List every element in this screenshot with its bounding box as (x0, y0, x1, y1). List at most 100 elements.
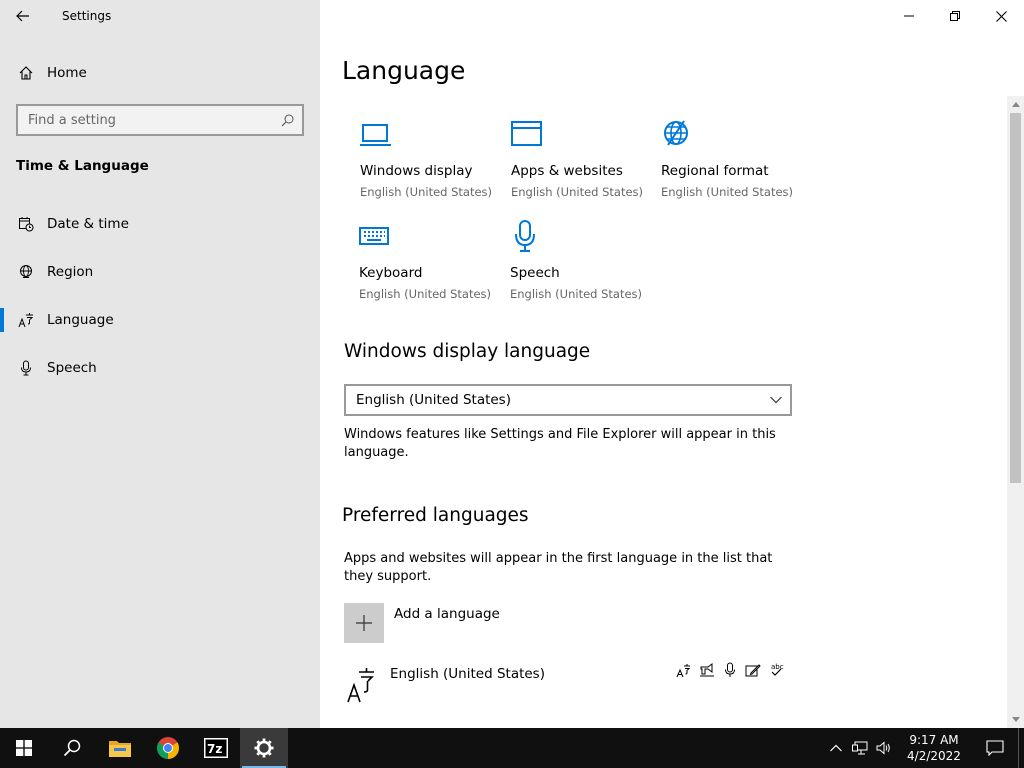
tile-speech[interactable]: Speech English (United States) (510, 220, 650, 301)
sidebar-item-label: Speech (47, 360, 97, 376)
minimize-button[interactable] (886, 0, 932, 32)
tile-title: Speech (510, 265, 560, 281)
language-row-english-us[interactable]: English (United States) abc (344, 660, 784, 708)
globe-format-icon (661, 118, 801, 158)
preferred-languages-description: Apps and websites will appear in the fir… (344, 551, 773, 584)
sidebar-item-region[interactable]: Region (0, 248, 320, 296)
display-language-select[interactable]: English (United States) (344, 384, 792, 416)
tile-subtitle: English (United States) (360, 185, 493, 199)
search-icon (63, 739, 81, 757)
close-button[interactable] (978, 0, 1024, 32)
add-language-label: Add a language (394, 606, 500, 622)
chrome-icon (157, 737, 179, 759)
back-arrow-icon (16, 10, 29, 22)
search-box[interactable] (16, 104, 304, 136)
7zip-icon: 7z (204, 738, 228, 758)
taskbar-chrome[interactable] (144, 728, 192, 768)
volume-button[interactable] (872, 728, 896, 768)
network-icon (852, 741, 868, 755)
preferred-languages-heading: Preferred languages (342, 505, 529, 526)
sidebar-item-date-time[interactable]: Date & time (0, 200, 320, 248)
volume-icon (876, 741, 890, 755)
sidebar: Settings Home Time & Language Date & tim… (0, 0, 320, 728)
tile-subtitle: English (United States) (359, 287, 492, 301)
back-button[interactable] (0, 0, 46, 32)
clock-time: 9:17 AM (909, 733, 959, 747)
svg-text:abc: abc (771, 663, 784, 671)
calendar-clock-icon (0, 216, 47, 232)
show-hidden-icons-button[interactable] (824, 728, 848, 768)
sidebar-item-language[interactable]: Language (0, 296, 320, 344)
taskbar-clock[interactable]: 9:17 AM 4/2/2022 (896, 732, 972, 764)
start-button[interactable] (0, 728, 48, 768)
restore-button[interactable] (932, 0, 978, 32)
scroll-up-icon (1011, 102, 1020, 107)
scroll-down-button[interactable] (1007, 711, 1024, 728)
search-input[interactable] (28, 112, 281, 128)
settings-gear-icon (254, 738, 274, 758)
display-language-description: Windows features like Settings and File … (344, 427, 776, 460)
language-icon (0, 312, 47, 328)
taskbar: 7z 9:17 AM 4/2/2022 (0, 728, 1024, 768)
language-name: English (United States) (390, 666, 545, 682)
titlebar-left: Settings (0, 0, 320, 32)
show-desktop-button[interactable] (1018, 728, 1024, 768)
tile-title: Keyboard (359, 265, 423, 281)
chevron-up-icon (830, 744, 842, 752)
sidebar-item-label: Language (47, 312, 114, 328)
taskbar-file-explorer[interactable] (96, 728, 144, 768)
scroll-thumb[interactable] (1010, 113, 1021, 483)
network-button[interactable] (848, 728, 872, 768)
main-content: Language Windows display English (United… (320, 0, 1024, 728)
home-icon (0, 65, 47, 81)
monitor-icon (360, 118, 500, 158)
clock-date: 4/2/2022 (907, 749, 961, 763)
scroll-up-button[interactable] (1007, 96, 1024, 113)
chevron-down-icon (770, 396, 782, 404)
sidebar-item-label: Date & time (47, 216, 129, 232)
globe-icon (0, 264, 47, 280)
tile-title: Regional format (661, 163, 769, 179)
sidebar-item-speech[interactable]: Speech (0, 344, 320, 392)
svg-text:7z: 7z (207, 742, 222, 756)
tile-subtitle: English (United States) (511, 185, 644, 199)
text-to-speech-icon (699, 662, 715, 678)
tile-apps-websites[interactable]: Apps & websites English (United States) (511, 118, 651, 199)
language-glyph-icon (344, 666, 384, 704)
window-controls (886, 0, 1024, 32)
close-icon (995, 10, 1007, 22)
vertical-scrollbar[interactable] (1007, 96, 1024, 728)
spellcheck-icon: abc (768, 662, 784, 678)
handwriting-icon (745, 662, 761, 678)
tile-regional-format[interactable]: Regional format English (United States) (661, 118, 801, 199)
sidebar-item-label: Region (47, 264, 94, 280)
restore-icon (950, 11, 960, 21)
scroll-down-icon (1011, 717, 1020, 722)
tile-windows-display[interactable]: Windows display English (United States) (360, 118, 500, 199)
taskbar-settings[interactable] (240, 728, 288, 768)
nav-list: Date & time Region Language Speech (0, 200, 320, 392)
speech-recognition-icon (722, 662, 738, 678)
taskbar-search-button[interactable] (48, 728, 96, 768)
display-language-value: English (United States) (356, 392, 511, 408)
file-explorer-icon (109, 741, 131, 757)
add-language-button[interactable]: Add a language (344, 603, 500, 643)
nav-home-label: Home (47, 65, 87, 81)
display-language-icon (676, 662, 692, 678)
nav-home[interactable]: Home (0, 56, 320, 90)
taskbar-7zip[interactable]: 7z (192, 728, 240, 768)
display-language-heading: Windows display language (344, 341, 591, 362)
tile-subtitle: English (United States) (510, 287, 643, 301)
microphone-icon (0, 360, 47, 376)
search-icon[interactable] (281, 114, 294, 127)
windows-logo-icon (16, 740, 32, 756)
tile-title: Windows display (360, 163, 473, 179)
keyboard-icon (359, 220, 499, 260)
plus-icon (344, 603, 384, 643)
app-title: Settings (62, 9, 112, 23)
browser-window-icon (511, 118, 651, 158)
action-center-button[interactable] (972, 728, 1018, 768)
microphone-icon (510, 220, 650, 260)
tile-title: Apps & websites (511, 163, 623, 179)
tile-keyboard[interactable]: Keyboard English (United States) (359, 220, 499, 301)
